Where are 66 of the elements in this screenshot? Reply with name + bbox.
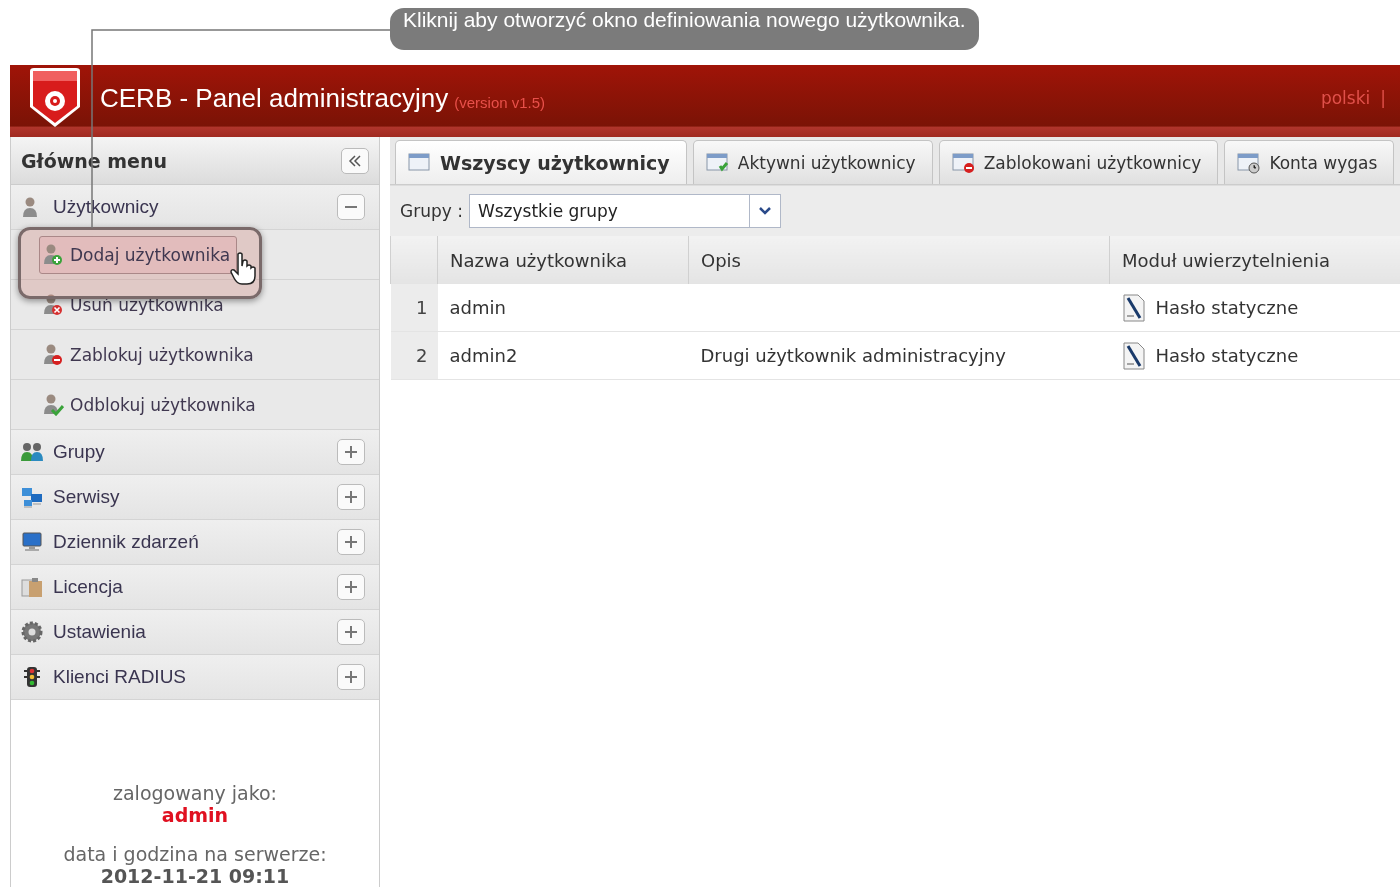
menu-item[interactable]: Serwisy: [11, 475, 379, 520]
app-title: CERB - Panel administracyjny: [100, 82, 449, 114]
expand-button[interactable]: [337, 484, 365, 510]
user-block-icon: [42, 343, 64, 366]
network-icon: [21, 486, 43, 508]
server-time-label: data i godzina na serwerze:: [63, 843, 327, 865]
document-pen-icon: [1121, 341, 1146, 370]
window-block-icon: [951, 151, 976, 174]
menu-item[interactable]: Użytkownicy: [11, 185, 379, 230]
collapse-button[interactable]: [337, 194, 365, 220]
plus-icon: [344, 580, 358, 594]
plus-icon: [344, 490, 358, 504]
column-header[interactable]: Moduł uwierzytelnienia: [1109, 236, 1400, 284]
login-label: zalogowany jako:: [113, 782, 277, 804]
table-cell: Drugi użytkownik administracyjny: [688, 331, 1110, 380]
monitor-icon: [21, 531, 43, 553]
column-header[interactable]: Nazwa użytkownika: [437, 236, 689, 284]
window-check-icon: [705, 151, 730, 174]
double-chevron-icon: [348, 154, 362, 167]
group-select[interactable]: Wszystkie grupy: [468, 194, 781, 228]
plus-icon: [344, 670, 358, 684]
separator: |: [1380, 88, 1386, 108]
clipboard-icon: [21, 576, 43, 598]
tab[interactable]: Zablokowani użytkownicy: [938, 140, 1219, 184]
expand-button[interactable]: [337, 529, 365, 555]
plus-icon: [344, 625, 358, 639]
server-time: 2012-11-21 09:11: [100, 865, 290, 887]
column-header[interactable]: Opis: [688, 236, 1110, 284]
gear-icon: [21, 621, 43, 643]
table-cell: admin2: [437, 331, 689, 380]
plus-icon: [344, 445, 358, 459]
expand-button[interactable]: [337, 439, 365, 465]
user-delete-icon: [42, 293, 64, 316]
user-check-icon: [42, 393, 64, 416]
expand-button[interactable]: [337, 664, 365, 690]
menu-item[interactable]: Grupy: [11, 430, 379, 475]
row-number: 1: [390, 284, 438, 332]
username: admin: [161, 804, 229, 826]
filter-label: Grupy :: [400, 201, 463, 221]
callout-tooltip: Kliknij aby otworzyć okno definiowania nowego użytkownika.: [390, 8, 979, 50]
menu-item[interactable]: Klienci RADIUS: [11, 655, 379, 700]
collapse-button[interactable]: [341, 147, 369, 174]
tab[interactable]: Wszyscy użytkownicy: [395, 140, 687, 184]
chevron-down-icon: [757, 206, 772, 216]
document-pen-icon: [1121, 293, 1146, 322]
table-cell: Hasło statyczne: [1155, 297, 1299, 318]
tab[interactable]: Aktywni użytkownicy: [692, 140, 933, 184]
tab[interactable]: Konta wygas: [1224, 140, 1395, 184]
menu-item[interactable]: Ustawienia: [11, 610, 379, 655]
menu-item[interactable]: Licencja: [11, 565, 379, 610]
submenu-item[interactable]: Dodaj użytkownika: [39, 235, 238, 274]
table-cell: Hasło statyczne: [1155, 345, 1299, 366]
window-icon: [408, 151, 432, 174]
users-icon: [21, 441, 43, 463]
traffic-light-icon: [21, 666, 43, 688]
window-clock-icon: [1237, 151, 1262, 174]
row-number: 2: [390, 331, 438, 380]
user-add-icon: [42, 243, 64, 266]
hand-cursor-icon: [229, 252, 259, 286]
expand-button[interactable]: [337, 574, 365, 600]
expand-button[interactable]: [337, 619, 365, 645]
version-label: (version v1.5): [454, 93, 546, 111]
menu-item[interactable]: Dziennik zdarzeń: [11, 520, 379, 565]
menu-title: Główne menu: [21, 149, 169, 172]
plus-icon: [344, 535, 358, 549]
table-cell: admin: [437, 284, 689, 332]
